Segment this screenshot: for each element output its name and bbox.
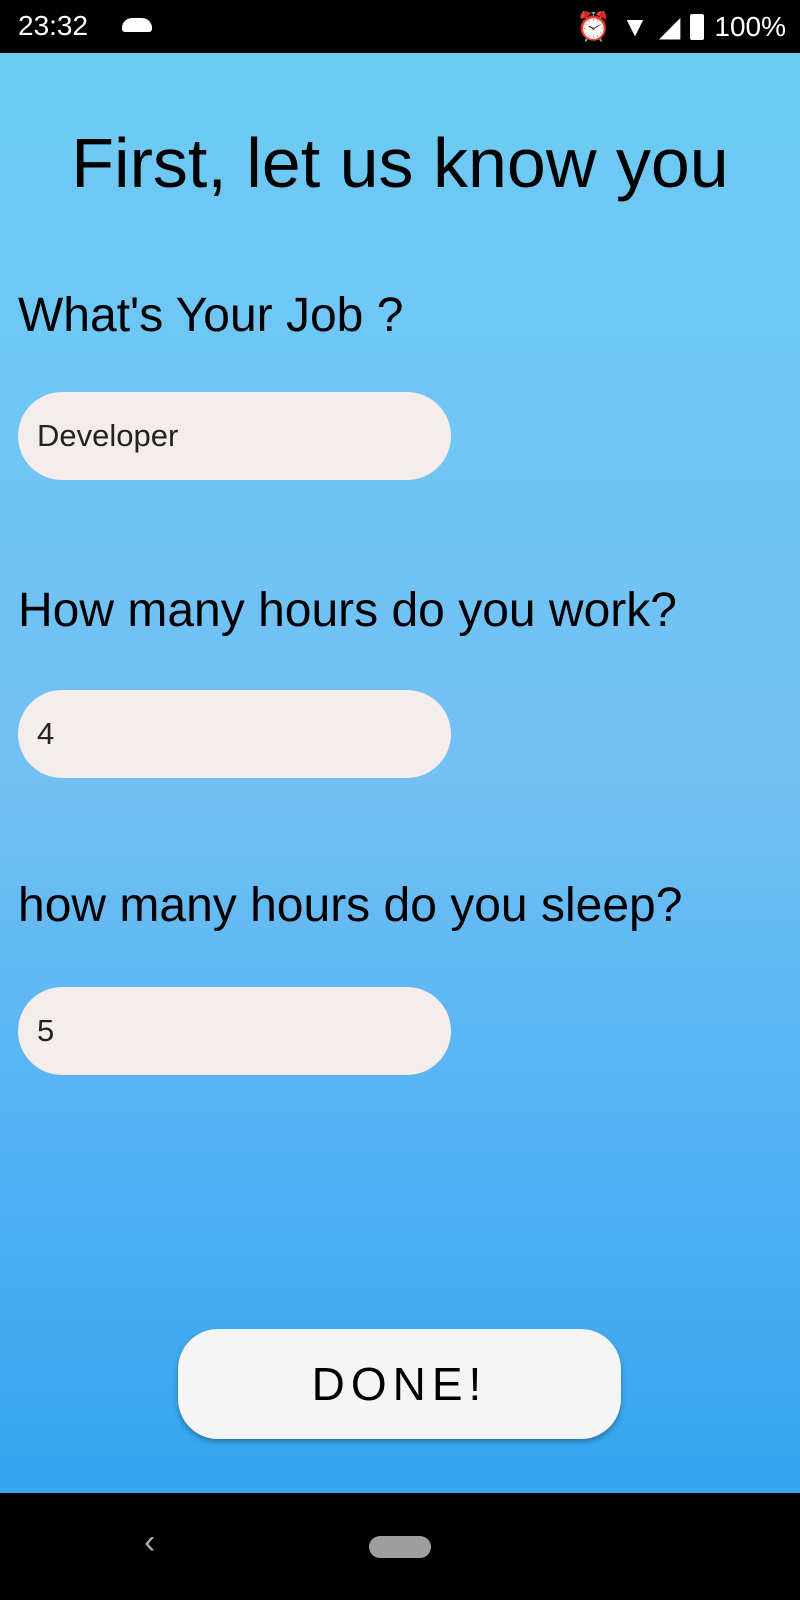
signal-icon: ◢ [658, 11, 681, 42]
done-button[interactable]: DONE! [178, 1329, 621, 1439]
work-hours-input[interactable] [18, 690, 451, 778]
work-hours-label: How many hours do you work? [18, 584, 677, 637]
battery-percent: 100% [714, 10, 786, 42]
status-bar: 23:32 ⏰ ▼ ◢ 100% [0, 0, 800, 53]
home-icon[interactable] [369, 1536, 431, 1558]
sleep-hours-label: how many hours do you sleep? [18, 879, 683, 932]
job-label: What's Your Job ? [18, 289, 404, 342]
wifi-icon: ▼ [621, 10, 649, 42]
cloud-icon [122, 18, 152, 32]
alarm-icon: ⏰ [576, 11, 612, 42]
navigation-bar: ‹ [0, 1493, 800, 1600]
app-screen: First, let us know you What's Your Job ?… [0, 53, 800, 1493]
page-title: First, let us know you [71, 124, 729, 202]
back-icon[interactable]: ‹ [144, 1523, 155, 1562]
job-input[interactable] [18, 392, 451, 480]
battery-icon [690, 13, 705, 40]
clock: 23:32 [18, 10, 89, 41]
sleep-hours-input[interactable] [18, 987, 451, 1075]
